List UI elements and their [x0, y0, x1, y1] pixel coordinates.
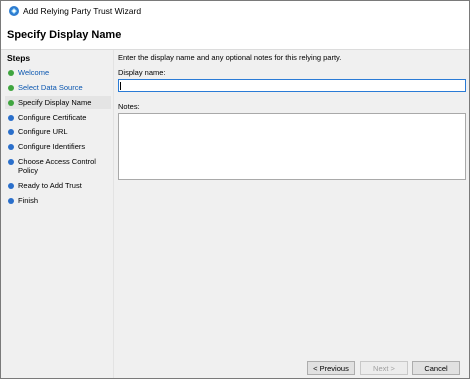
title-bar[interactable]: Add Relying Party Trust Wizard — [1, 1, 469, 23]
blue-dot-icon — [8, 115, 14, 121]
desktop-edge — [470, 0, 474, 382]
step-configure-identifiers: Configure Identifiers — [5, 142, 111, 151]
step-welcome[interactable]: Welcome — [5, 68, 111, 77]
step-finish: Finish — [5, 196, 111, 205]
step-configure-url: Configure URL — [5, 127, 111, 136]
step-label: Choose Access Control Policy — [18, 157, 96, 175]
step-label: Configure Certificate — [18, 113, 87, 122]
notes-textarea[interactable] — [118, 113, 466, 180]
main-panel: Enter the display name and any optional … — [114, 50, 469, 378]
wizard-window: Add Relying Party Trust Wizard Specify D… — [0, 0, 470, 379]
step-label: Specify Display Name — [18, 98, 92, 107]
notes-label: Notes: — [118, 102, 140, 111]
step-ready-to-add-trust: Ready to Add Trust — [5, 181, 111, 190]
display-name-input[interactable] — [118, 79, 466, 92]
text-caret — [120, 82, 121, 90]
relying-party-trust-icon — [9, 6, 19, 16]
steps-sidebar: Steps Welcome Select Data Source Specify… — [1, 50, 114, 378]
step-specify-display-name[interactable]: Specify Display Name — [5, 96, 111, 109]
green-dot-icon — [8, 85, 14, 91]
page-heading-area: Specify Display Name — [1, 23, 469, 50]
cancel-button[interactable]: Cancel — [412, 361, 460, 375]
blue-dot-icon — [8, 159, 14, 165]
step-label: Select Data Source — [18, 83, 83, 92]
step-select-data-source[interactable]: Select Data Source — [5, 83, 111, 92]
blue-dot-icon — [8, 144, 14, 150]
blue-dot-icon — [8, 129, 14, 135]
step-label: Configure URL — [18, 127, 68, 136]
step-label: Configure Identifiers — [18, 142, 86, 151]
step-configure-certificate: Configure Certificate — [5, 113, 111, 122]
blue-dot-icon — [8, 198, 14, 204]
previous-button[interactable]: < Previous — [307, 361, 355, 375]
step-label: Welcome — [18, 68, 50, 77]
page-title: Specify Display Name — [7, 29, 122, 41]
instruction-text: Enter the display name and any optional … — [118, 53, 342, 62]
step-label: Finish — [18, 196, 39, 205]
window-title: Add Relying Party Trust Wizard — [23, 6, 142, 16]
step-choose-access-control-policy: Choose Access Control Policy — [5, 157, 97, 175]
green-dot-icon — [8, 99, 14, 106]
steps-title: Steps — [7, 53, 31, 63]
blue-dot-icon — [8, 183, 14, 189]
display-name-label: Display name: — [118, 68, 166, 77]
step-label: Ready to Add Trust — [18, 181, 82, 190]
next-button: Next > — [360, 361, 408, 375]
green-dot-icon — [8, 70, 14, 76]
